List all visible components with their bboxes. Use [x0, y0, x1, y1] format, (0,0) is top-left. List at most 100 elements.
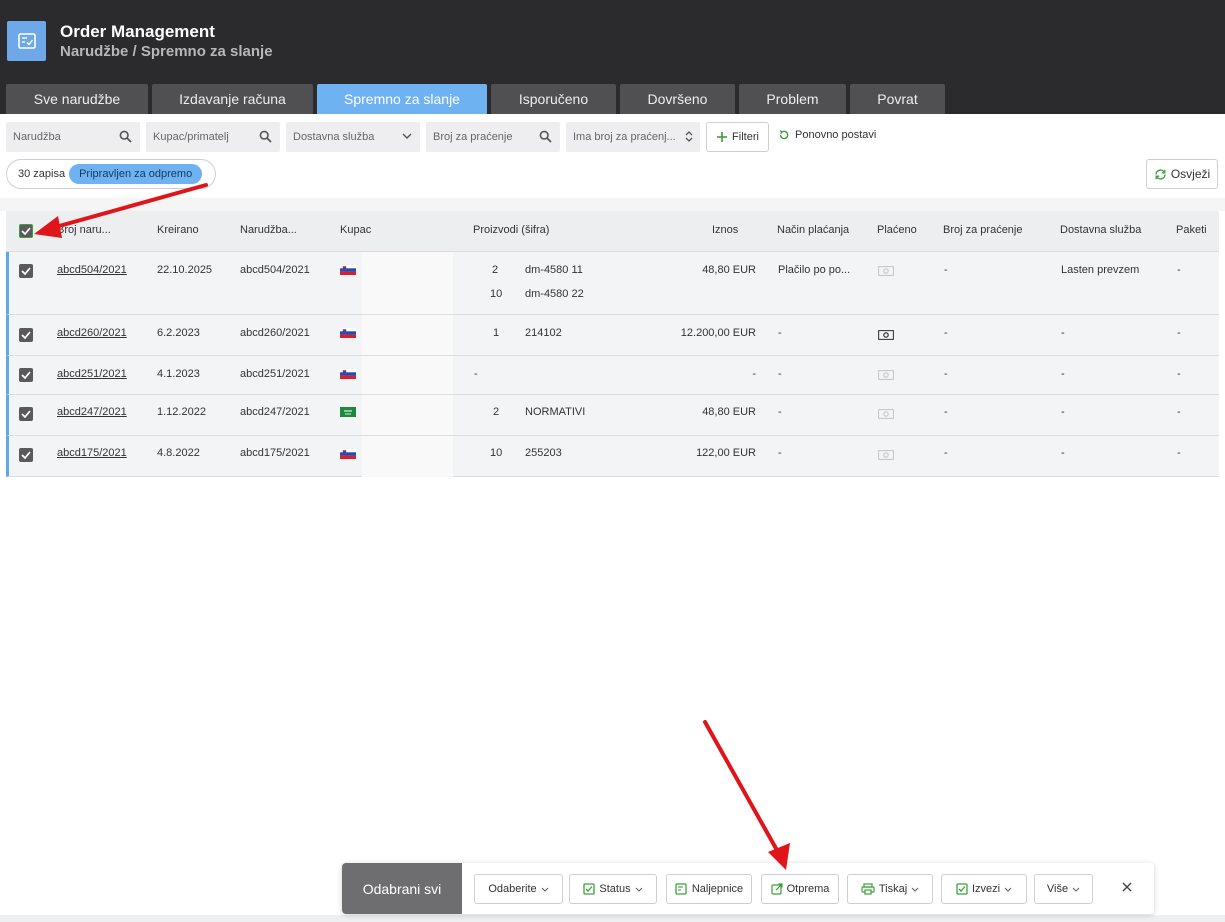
- tracking-number: -: [944, 264, 948, 276]
- product-qty: 2: [492, 264, 499, 276]
- product-code: 214102: [525, 327, 562, 339]
- row-checkbox[interactable]: [19, 328, 33, 342]
- product-code: dm-4580 11: [525, 264, 583, 276]
- check-icon: [21, 331, 31, 339]
- tracking-number: -: [944, 447, 948, 459]
- print-button-label: Tiskaj: [878, 883, 908, 895]
- status-button[interactable]: Status: [569, 874, 657, 904]
- more-button[interactable]: Više: [1034, 874, 1093, 904]
- tracking-search-input[interactable]: Broj za praćenje: [426, 122, 560, 152]
- order-number-link[interactable]: abcd260/2021: [57, 327, 127, 339]
- top-bar: Order Management Narudžbe / Spremno za s…: [0, 0, 1225, 114]
- col-shipping[interactable]: Dostavna služba: [1060, 224, 1141, 236]
- packages: -: [1177, 327, 1181, 339]
- has-tracking-placeholder: Ima broj za praćenj...: [573, 131, 676, 143]
- packages: -: [1177, 368, 1181, 380]
- packages: -: [1177, 264, 1181, 276]
- refresh-button-label: Osvježi: [1170, 167, 1211, 181]
- refresh-button[interactable]: Osvježi: [1146, 159, 1218, 189]
- shipping-service: -: [1061, 406, 1065, 418]
- product-qty: 10: [490, 447, 503, 459]
- col-order[interactable]: Narudžba...: [240, 224, 297, 236]
- row-checkbox[interactable]: [19, 264, 33, 278]
- filters-button[interactable]: Filteri: [706, 122, 769, 152]
- check-icon: [21, 451, 31, 459]
- more-button-label: Više: [1046, 883, 1069, 895]
- shipping-service: Lasten prevzem: [1061, 264, 1140, 276]
- col-created[interactable]: Kreirano: [157, 224, 199, 236]
- col-products[interactable]: Proizvodi (šifra): [473, 224, 549, 236]
- amount: -: [752, 368, 756, 380]
- tab-return[interactable]: Povrat: [850, 84, 945, 114]
- tab-all-orders[interactable]: Sve narudžbe: [6, 84, 148, 114]
- status-chip[interactable]: Pripravljen za odpremo: [69, 164, 203, 184]
- tab-invoicing[interactable]: Izdavanje računa: [152, 84, 313, 114]
- col-packages[interactable]: Paketi: [1176, 224, 1207, 236]
- shipping-service-select[interactable]: Dostavna služba: [286, 122, 420, 152]
- tracking-number: -: [944, 406, 948, 418]
- money-icon: [878, 409, 894, 419]
- created-date: 4.8.2022: [157, 447, 200, 459]
- has-tracking-select[interactable]: Ima broj za praćenj...: [566, 122, 700, 152]
- row-checkbox[interactable]: [19, 407, 33, 421]
- order-number-link[interactable]: abcd175/2021: [57, 447, 127, 459]
- table-row[interactable]: abcd504/2021 22.10.2025 abcd504/2021 2 d…: [6, 252, 1219, 315]
- created-date: 6.2.2023: [157, 327, 200, 339]
- order-number-link[interactable]: abcd504/2021: [57, 264, 127, 276]
- check-icon: [21, 267, 31, 275]
- product-qty: 10: [490, 288, 503, 300]
- reset-button-label: Ponovno postavi: [795, 129, 877, 141]
- labels-button[interactable]: Naljepnice: [666, 874, 752, 904]
- col-paid[interactable]: Plaćeno: [877, 224, 917, 236]
- col-tracking[interactable]: Broj za praćenje: [943, 224, 1023, 236]
- tab-ready-to-ship[interactable]: Spremno za slanje: [317, 84, 487, 114]
- created-date: 4.1.2023: [157, 368, 200, 380]
- tab-delivered[interactable]: Isporučeno: [491, 84, 616, 114]
- tab-problem[interactable]: Problem: [739, 84, 846, 114]
- col-payment[interactable]: Način plaćanja: [777, 224, 849, 236]
- amount: 122,00 EUR: [696, 447, 756, 459]
- order-number-link[interactable]: abcd247/2021: [57, 406, 127, 418]
- money-icon: [878, 266, 894, 276]
- app-logo[interactable]: [7, 21, 46, 61]
- search-icon: [259, 130, 272, 143]
- dispatch-button[interactable]: Otprema: [761, 874, 839, 904]
- slovenia-flag: [340, 369, 356, 379]
- payment-method: -: [778, 406, 782, 418]
- slovenia-flag: [340, 449, 356, 459]
- close-icon[interactable]: [1122, 879, 1132, 897]
- reset-icon: [779, 129, 789, 140]
- col-amount[interactable]: Iznos: [712, 224, 738, 236]
- table-row[interactable]: abcd175/2021 4.8.2022 abcd175/2021 10 25…: [6, 436, 1219, 477]
- customer-name-blurred: [362, 436, 453, 477]
- col-order-no[interactable]: Broj naru...: [57, 224, 111, 236]
- col-customer[interactable]: Kupac: [340, 224, 371, 236]
- tab-completed[interactable]: Dovršeno: [620, 84, 735, 114]
- filter-bar: Narudžba Kupac/primatelj Dostavna služba…: [0, 114, 1225, 198]
- packages: -: [1177, 447, 1181, 459]
- chevron-down-icon: [402, 133, 412, 139]
- order-ref: abcd504/2021: [240, 264, 310, 276]
- table-row[interactable]: abcd247/2021 1.12.2022 abcd247/2021 2 NO…: [6, 395, 1219, 436]
- tracking-search-placeholder: Broj za praćenje: [433, 131, 513, 143]
- customer-search-placeholder: Kupac/primatelj: [153, 131, 229, 143]
- row-checkbox[interactable]: [19, 368, 33, 382]
- export-button[interactable]: Izvezi: [941, 874, 1027, 904]
- select-all-checkbox[interactable]: [19, 224, 33, 238]
- order-number-link[interactable]: abcd251/2021: [57, 368, 127, 380]
- chevron-down-icon: [635, 887, 642, 892]
- customer-search-input[interactable]: Kupac/primatelj: [146, 122, 280, 152]
- order-search-input[interactable]: Narudžba: [6, 122, 140, 152]
- product-code: 255203: [525, 447, 562, 459]
- reset-button[interactable]: Ponovno postavi: [778, 129, 876, 141]
- search-icon: [119, 130, 132, 143]
- table-row[interactable]: abcd251/2021 4.1.2023 abcd251/2021 - - -…: [6, 356, 1219, 395]
- select-dropdown-button[interactable]: Odaberite: [474, 874, 563, 904]
- row-checkbox[interactable]: [19, 448, 33, 462]
- order-ref: abcd260/2021: [240, 327, 310, 339]
- chevron-down-icon: [1072, 887, 1080, 892]
- external-link-icon: [770, 883, 783, 895]
- table-row[interactable]: abcd260/2021 6.2.2023 abcd260/2021 1 214…: [6, 315, 1219, 356]
- print-button[interactable]: Tiskaj: [847, 874, 933, 904]
- record-count: 30 zapisa: [18, 168, 66, 180]
